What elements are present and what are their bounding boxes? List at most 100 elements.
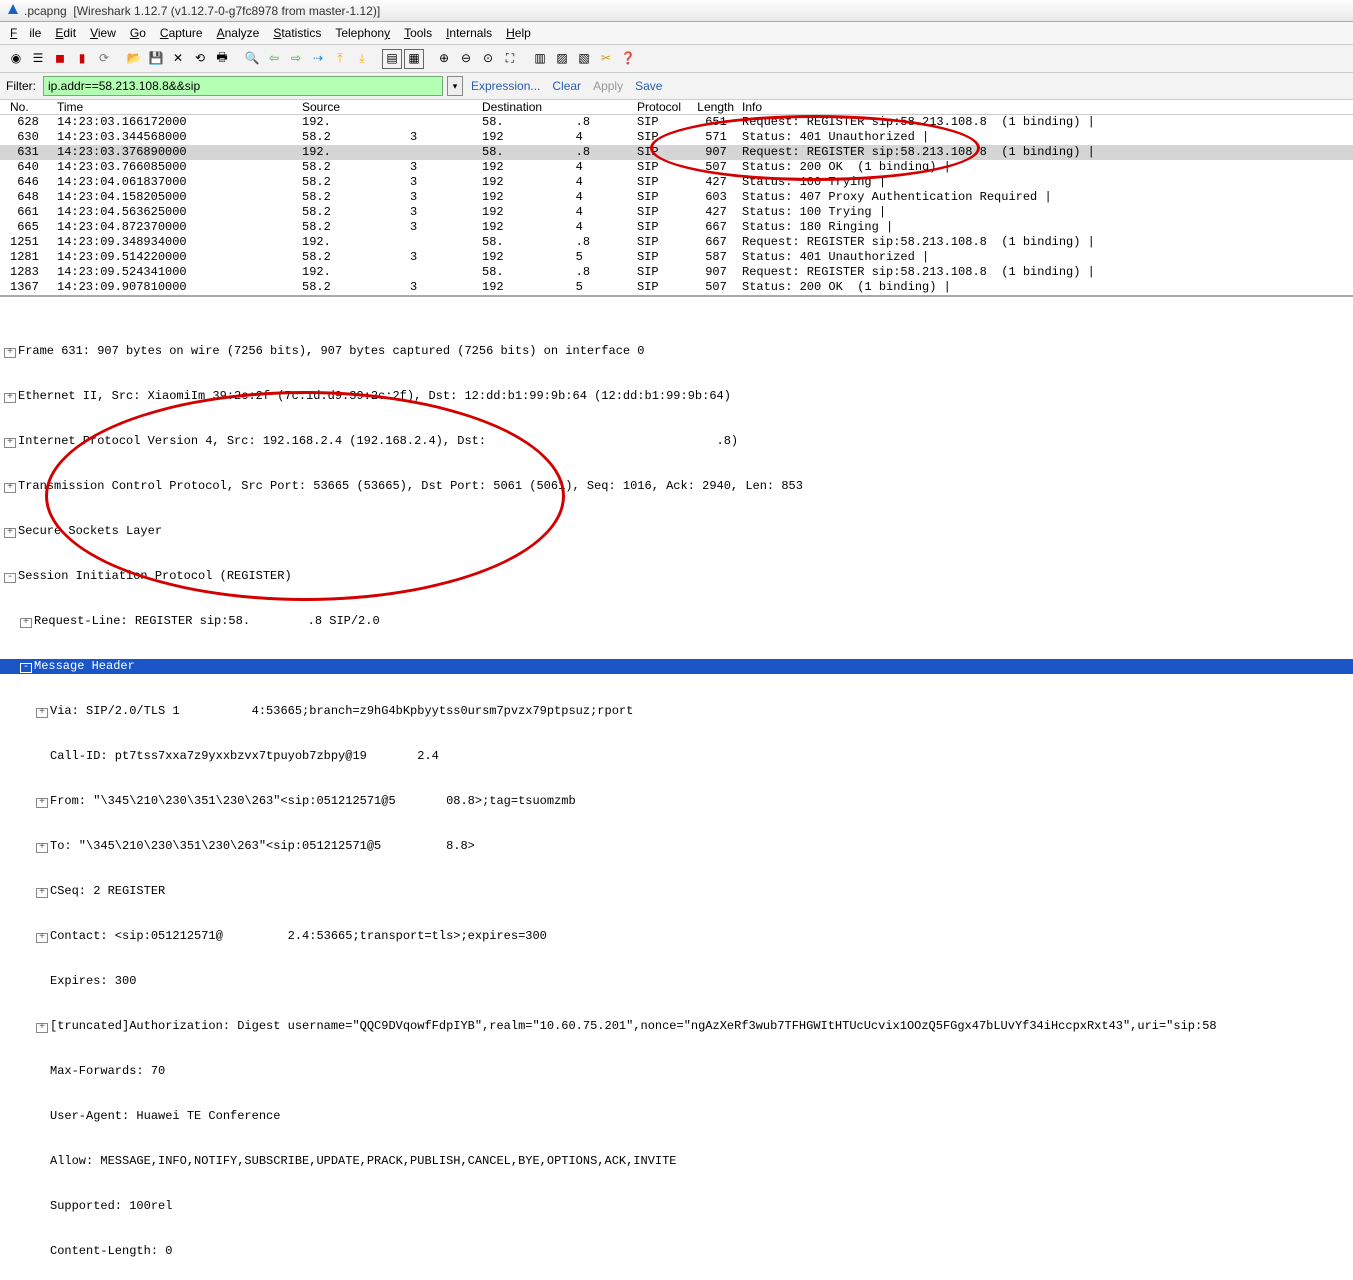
- tree-ethernet[interactable]: +Ethernet II, Src: XiaomiIm_39:2c:2f (7c…: [0, 389, 1353, 404]
- tree-message-header[interactable]: -Message Header: [0, 659, 1353, 674]
- expand-icon[interactable]: +: [36, 798, 48, 808]
- tb-open-icon[interactable]: 📂: [124, 49, 144, 69]
- tree-supported[interactable]: Supported: 100rel: [0, 1199, 1353, 1214]
- tb-back-icon[interactable]: ⇦: [264, 49, 284, 69]
- table-row[interactable]: 62814:23:03.166172000192.58. .8SIP651 Re…: [0, 115, 1353, 130]
- tb-zoomout-icon[interactable]: ⊖: [456, 49, 476, 69]
- apply-button[interactable]: Apply: [593, 79, 623, 93]
- col-header-protocol[interactable]: Protocol: [637, 100, 694, 114]
- save-button[interactable]: Save: [635, 79, 662, 93]
- tree-authorization[interactable]: +[truncated]Authorization: Digest userna…: [0, 1019, 1353, 1034]
- tb-prefs-icon[interactable]: ✂: [596, 49, 616, 69]
- tb-interfaces-icon[interactable]: ◉: [6, 49, 26, 69]
- table-row[interactable]: 128314:23:09.524341000192.58. .8SIP907 R…: [0, 265, 1353, 280]
- expand-icon[interactable]: +: [4, 438, 16, 448]
- packet-details-pane[interactable]: +Frame 631: 907 bytes on wire (7256 bits…: [0, 295, 1353, 1280]
- menu-tools[interactable]: Tools: [398, 24, 438, 42]
- menu-telephony[interactable]: Telephony: [329, 24, 396, 42]
- tb-restart-icon[interactable]: ⟳: [94, 49, 114, 69]
- expand-icon[interactable]: +: [36, 888, 48, 898]
- tb-resize-icon[interactable]: ⛶: [500, 49, 520, 69]
- tree-ip[interactable]: +Internet Protocol Version 4, Src: 192.1…: [0, 434, 1353, 449]
- col-header-source[interactable]: Source: [302, 100, 482, 114]
- table-row[interactable]: 136714:23:09.90781000058.2 3192 5SIP507 …: [0, 280, 1353, 295]
- table-row[interactable]: 64814:23:04.15820500058.2 3192 4SIP603 S…: [0, 190, 1353, 205]
- expression-button[interactable]: Expression...: [471, 79, 540, 93]
- tb-first-icon[interactable]: ⤒: [330, 49, 350, 69]
- tb-close-icon[interactable]: ✕: [168, 49, 188, 69]
- tree-callid[interactable]: Call-ID: pt7tss7xxa7z9yxxbzvx7tpuyob7zbp…: [0, 749, 1353, 764]
- tree-maxforwards[interactable]: Max-Forwards: 70: [0, 1064, 1353, 1079]
- tb-reload-icon[interactable]: ⟲: [190, 49, 210, 69]
- tb-coloring-icon[interactable]: ▧: [574, 49, 594, 69]
- clear-button[interactable]: Clear: [552, 79, 581, 93]
- expand-icon[interactable]: +: [4, 393, 16, 403]
- tree-to[interactable]: +To: "\345\210\230\351\230\263"<sip:0512…: [0, 839, 1353, 854]
- tb-goto-icon[interactable]: ⇢: [308, 49, 328, 69]
- expand-icon[interactable]: +: [4, 348, 16, 358]
- tb-capfilter-icon[interactable]: ▥: [530, 49, 550, 69]
- filter-input[interactable]: [43, 76, 443, 96]
- table-row[interactable]: 64614:23:04.06183700058.2 3192 4SIP427 S…: [0, 175, 1353, 190]
- menu-file[interactable]: File: [4, 24, 47, 42]
- menu-edit[interactable]: Edit: [49, 24, 82, 42]
- collapse-icon[interactable]: -: [4, 573, 16, 583]
- tb-forward-icon[interactable]: ⇨: [286, 49, 306, 69]
- tree-useragent[interactable]: User-Agent: Huawei TE Conference: [0, 1109, 1353, 1124]
- table-row[interactable]: 66514:23:04.87237000058.2 3192 4SIP667 S…: [0, 220, 1353, 235]
- expand-icon[interactable]: +: [4, 483, 16, 493]
- table-row[interactable]: 63014:23:03.34456800058.2 3192 4SIP571 S…: [0, 130, 1353, 145]
- table-row[interactable]: 63114:23:03.376890000192.58. .8SIP907 Re…: [0, 145, 1353, 160]
- tb-dispfilter-icon[interactable]: ▨: [552, 49, 572, 69]
- expand-icon[interactable]: +: [4, 528, 16, 538]
- col-header-time[interactable]: Time: [57, 100, 302, 114]
- tb-save-icon[interactable]: 💾: [146, 49, 166, 69]
- tb-find-icon[interactable]: 🔍: [242, 49, 262, 69]
- tb-help-icon[interactable]: ❓: [618, 49, 638, 69]
- expand-icon[interactable]: +: [20, 618, 32, 628]
- col-header-no[interactable]: No.: [2, 100, 57, 114]
- tree-from[interactable]: +From: "\345\210\230\351\230\263"<sip:05…: [0, 794, 1353, 809]
- tb-last-icon[interactable]: ⤓: [352, 49, 372, 69]
- tree-via[interactable]: +Via: SIP/2.0/TLS 1 4:53665;branch=z9hG4…: [0, 704, 1353, 719]
- table-row[interactable]: 64014:23:03.76608500058.2 3192 4SIP507 S…: [0, 160, 1353, 175]
- tree-expires[interactable]: Expires: 300: [0, 974, 1353, 989]
- tree-frame[interactable]: +Frame 631: 907 bytes on wire (7256 bits…: [0, 344, 1353, 359]
- tree-contact[interactable]: +Contact: <sip:051212571@ 2.4:53665;tran…: [0, 929, 1353, 944]
- tb-start-icon[interactable]: ◼: [50, 49, 70, 69]
- table-row[interactable]: 128114:23:09.51422000058.2 3192 5SIP587 …: [0, 250, 1353, 265]
- tree-cseq[interactable]: +CSeq: 2 REGISTER: [0, 884, 1353, 899]
- collapse-icon[interactable]: -: [20, 663, 32, 673]
- table-row[interactable]: 66114:23:04.56362500058.2 3192 4SIP427 S…: [0, 205, 1353, 220]
- tree-sip[interactable]: -Session Initiation Protocol (REGISTER): [0, 569, 1353, 584]
- expand-icon[interactable]: +: [36, 843, 48, 853]
- menu-view[interactable]: View: [84, 24, 122, 42]
- menu-internals[interactable]: Internals: [440, 24, 498, 42]
- tb-colorize-icon[interactable]: ▤: [382, 49, 402, 69]
- menu-help[interactable]: Help: [500, 24, 537, 42]
- tb-zoom100-icon[interactable]: ⊙: [478, 49, 498, 69]
- tree-request-line[interactable]: +Request-Line: REGISTER sip:58. .8 SIP/2…: [0, 614, 1353, 629]
- filter-dropdown-icon[interactable]: ▾: [447, 76, 463, 96]
- tb-print-icon[interactable]: 🖶: [212, 49, 232, 69]
- menu-capture[interactable]: Capture: [154, 24, 209, 42]
- menu-analyze[interactable]: Analyze: [211, 24, 266, 42]
- tree-tcp[interactable]: +Transmission Control Protocol, Src Port…: [0, 479, 1353, 494]
- tb-zoomin-icon[interactable]: ⊕: [434, 49, 454, 69]
- expand-icon[interactable]: +: [36, 933, 48, 943]
- menu-go[interactable]: Go: [124, 24, 152, 42]
- tree-ssl[interactable]: +Secure Sockets Layer: [0, 524, 1353, 539]
- packet-list[interactable]: 62814:23:03.166172000192.58. .8SIP651 Re…: [0, 115, 1353, 295]
- tb-stop-icon[interactable]: ▮: [72, 49, 92, 69]
- col-header-length[interactable]: Length: [694, 100, 742, 114]
- tree-contentlength[interactable]: Content-Length: 0: [0, 1244, 1353, 1259]
- col-header-dest[interactable]: Destination: [482, 100, 637, 114]
- col-header-info[interactable]: Info: [742, 100, 1351, 114]
- tb-options-icon[interactable]: ☰: [28, 49, 48, 69]
- table-row[interactable]: 125114:23:09.348934000192.58. .8SIP667 R…: [0, 235, 1353, 250]
- tb-autoscroll-icon[interactable]: ▦: [404, 49, 424, 69]
- expand-icon[interactable]: +: [36, 1023, 48, 1033]
- menu-statistics[interactable]: Statistics: [267, 24, 327, 42]
- tree-allow[interactable]: Allow: MESSAGE,INFO,NOTIFY,SUBSCRIBE,UPD…: [0, 1154, 1353, 1169]
- expand-icon[interactable]: +: [36, 708, 48, 718]
